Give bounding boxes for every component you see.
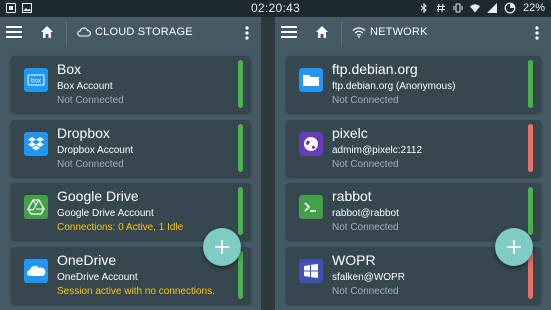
menu-icon[interactable] [6,25,22,39]
folder-icon [299,68,323,92]
right-toolbar: Network [275,17,551,49]
status-indicator [528,187,533,235]
status-indicator [238,60,243,108]
item-name: Google Drive [57,188,139,204]
plus-icon [507,240,521,254]
toolbar-divider [341,21,342,45]
item-status: Not Connected [332,286,399,297]
vibrate-icon [453,3,463,13]
item-name: WOPR [332,252,376,268]
svg-text:box: box [31,79,41,85]
signal-icon [486,3,497,13]
cloud-storage-pane: Cloud Storage box Box Box Account Not Co… [0,17,261,310]
dropbox-icon [24,132,48,156]
item-account: ftp.debian.org (Anonymous) [332,81,456,92]
google-drive-icon [24,195,48,219]
battery-percentage: 22% [522,2,545,14]
network-pane: Network ftp.debian.org ftp.debian.org (A… [275,17,551,310]
status-indicator [238,124,243,172]
menu-icon[interactable] [281,25,297,39]
item-account: rabbot@rabbot [332,208,399,219]
item-account: sfalken@WOPR [332,272,405,283]
battery-icon [504,2,516,14]
item-status: Session active with no connections. [57,286,215,297]
item-status: Connections: 0 Active, 1 Idle [57,222,184,233]
list-item[interactable]: pixelc admim@pixelc:2112 Not Connected [286,120,541,177]
left-toolbar: Cloud Storage [0,17,261,49]
item-name: Box [57,61,82,77]
list-item[interactable]: ftp.debian.org ftp.debian.org (Anonymous… [286,56,541,113]
terminal-icon [299,195,323,219]
bluetooth-icon [420,3,427,13]
wifi-icon [469,4,480,13]
plus-icon [215,240,229,254]
onedrive-icon [24,259,48,283]
status-indicator [238,251,243,299]
status-indicator [528,60,533,108]
more-options-icon[interactable] [245,26,249,40]
cloud-icon [77,27,91,37]
windows-icon [299,259,323,283]
item-account: OneDrive Account [57,272,138,283]
item-account: Box Account [57,81,113,92]
item-name: ftp.debian.org [332,61,418,77]
item-account: Dropbox Account [57,145,134,156]
item-name: OneDrive [57,252,117,268]
item-status: Not Connected [332,159,399,170]
add-button[interactable] [495,228,533,266]
add-button[interactable] [203,228,241,266]
home-icon[interactable] [315,25,329,39]
hash-icon [436,3,445,13]
pane-title: Network [352,26,428,38]
status-bar: 02:20:43 22% [0,0,551,17]
item-status: Not Connected [57,159,124,170]
toolbar-divider [66,21,67,45]
item-name: pixelc [332,125,368,141]
item-account: Google Drive Account [57,208,154,219]
item-status: Not Connected [332,222,399,233]
status-indicator [528,124,533,172]
wifi-icon [352,27,366,38]
item-status: Not Connected [57,95,124,106]
box-icon: box [24,68,48,92]
item-name: rabbot [332,188,372,204]
item-status: Not Connected [332,95,399,106]
system-icons: 22% [419,2,545,14]
more-options-icon[interactable] [535,26,539,40]
pane-title: Cloud Storage [77,26,193,38]
list-item[interactable]: Dropbox Dropbox Account Not Connected [11,120,251,177]
status-indicator [238,187,243,235]
pane-divider [261,17,275,310]
pane-title-text: Network [370,26,428,38]
globe-icon [299,132,323,156]
home-icon[interactable] [40,25,54,39]
pane-title-text: Cloud Storage [95,26,193,38]
list-item[interactable]: box Box Box Account Not Connected [11,56,251,113]
item-name: Dropbox [57,125,110,141]
item-account: admim@pixelc:2112 [332,145,423,156]
